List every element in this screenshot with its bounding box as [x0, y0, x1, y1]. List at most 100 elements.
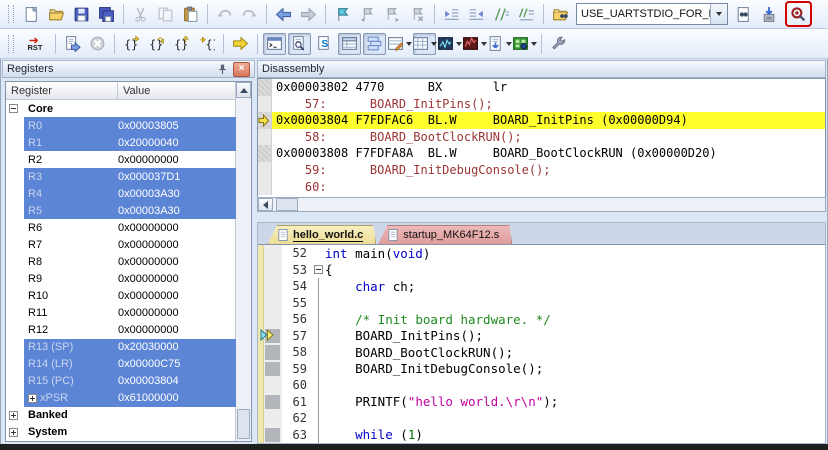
code-line[interactable]: 53{ [258, 262, 825, 279]
copy-button[interactable] [154, 3, 177, 25]
register-row[interactable]: R50x00003A30 [6, 202, 236, 219]
navigate-forward-button[interactable] [297, 3, 320, 25]
register-row[interactable]: R15 (PC)0x00003804 [6, 373, 236, 390]
registers-scrollbar[interactable] [235, 82, 251, 441]
code-line[interactable]: 59 BOARD_InitDebugConsole(); [258, 361, 825, 378]
register-row[interactable]: R90x00000000 [6, 270, 236, 287]
register-row[interactable]: R30x000037D1 [6, 168, 236, 185]
insert-bookmark-button[interactable] [331, 3, 354, 25]
paste-button[interactable] [179, 3, 202, 25]
disassembly-gutter[interactable] [258, 112, 272, 129]
system-viewer-button[interactable] [513, 33, 536, 55]
command-window-button[interactable] [263, 33, 286, 55]
cut-button[interactable] [129, 3, 152, 25]
disassembly-line[interactable]: 0x00003802 4770 BX lr [258, 79, 825, 96]
disassembly-line[interactable]: 57: BOARD_InitPins(); [258, 96, 825, 113]
disassembly-gutter[interactable] [258, 79, 272, 96]
analysis-window-button[interactable] [463, 33, 486, 55]
register-row[interactable]: R13 (SP)0x20030000 [6, 339, 236, 356]
new-file-button[interactable] [20, 3, 43, 25]
register-row[interactable]: R110x00000000 [6, 305, 236, 322]
run-to-cursor-button[interactable]: {} [195, 33, 218, 55]
pin-icon[interactable] [215, 63, 230, 76]
toolbar-grip[interactable] [8, 35, 14, 53]
register-row[interactable]: R80x00000000 [6, 253, 236, 270]
trace-window-button[interactable] [488, 33, 511, 55]
previous-bookmark-button[interactable] [356, 3, 379, 25]
code-line[interactable]: 61 PRINTF("hello world.\r\n"); [258, 394, 825, 411]
symbols-window-button[interactable]: S [313, 33, 336, 55]
scroll-up-icon[interactable] [236, 82, 251, 98]
clear-bookmarks-button[interactable] [406, 3, 429, 25]
indent-button[interactable] [440, 3, 463, 25]
disassembly-hscrollbar[interactable] [257, 197, 826, 212]
code-line[interactable]: 56 /* Init board hardware. */ [258, 311, 825, 328]
tab-startup_mk64f12.s[interactable]: startup_MK64F12.s [378, 225, 512, 244]
code-line[interactable]: 62 [258, 410, 825, 427]
download-to-flash-button[interactable] [757, 3, 780, 25]
tab-hello_world.c[interactable]: hello_world.c [268, 225, 376, 244]
run-button[interactable] [61, 33, 84, 55]
register-row[interactable]: Core [6, 100, 236, 117]
expand-icon[interactable] [9, 428, 18, 437]
fold-margin[interactable] [312, 262, 325, 279]
code-line[interactable]: 55 [258, 295, 825, 312]
serial-window-button[interactable] [438, 33, 461, 55]
register-row[interactable]: System [6, 424, 236, 441]
stop-button[interactable] [86, 33, 109, 55]
find-in-files-button[interactable] [549, 3, 572, 25]
disassembly-line[interactable]: 59: BOARD_InitDebugConsole(); [258, 162, 825, 179]
code-line[interactable]: 52int main(void) [258, 245, 825, 262]
code-line[interactable]: 60 [258, 377, 825, 394]
disassembly-line[interactable]: 60: [258, 179, 825, 196]
watch-window-button[interactable] [388, 33, 411, 55]
register-row[interactable]: Banked [6, 407, 236, 424]
step-out-button[interactable]: {} [170, 33, 193, 55]
column-header-register[interactable]: Register [6, 82, 118, 99]
editor-content[interactable]: 52int main(void)53{54 char ch;5556 /* In… [257, 244, 826, 444]
close-icon[interactable] [233, 62, 250, 77]
disassembly-gutter[interactable] [258, 179, 272, 196]
register-row[interactable]: xPSR0x61000000 [6, 390, 236, 407]
register-row[interactable]: R100x00000000 [6, 288, 236, 305]
save-file-button[interactable] [70, 3, 93, 25]
callstack-window-button[interactable] [363, 33, 386, 55]
disassembly-line[interactable]: 58: BOARD_BootClockRUN(); [258, 129, 825, 146]
open-file-button[interactable] [45, 3, 68, 25]
scroll-left-icon[interactable] [258, 198, 273, 211]
step-button[interactable]: {} [120, 33, 143, 55]
configure-tools-button[interactable] [547, 33, 570, 55]
toolbar-grip[interactable] [8, 5, 14, 23]
register-row[interactable]: R60x00000000 [6, 219, 236, 236]
code-line[interactable]: 57 BOARD_InitPins(); [258, 328, 825, 345]
save-all-button[interactable] [95, 3, 118, 25]
column-header-value[interactable]: Value [118, 82, 236, 99]
define-combo[interactable]: USE_UARTSTDIO_FOR_EF [576, 3, 728, 25]
memory-window-button[interactable] [413, 33, 436, 55]
show-next-statement-button[interactable] [229, 33, 252, 55]
register-row[interactable]: R10x20000040 [6, 134, 236, 151]
combo-dropdown-button[interactable] [710, 4, 727, 24]
scrollbar-thumb[interactable] [276, 198, 298, 211]
code-line[interactable]: 58 BOARD_BootClockRUN(); [258, 344, 825, 361]
redo-button[interactable] [238, 3, 261, 25]
disassembly-gutter[interactable] [258, 145, 272, 162]
code-line[interactable]: 54 char ch; [258, 278, 825, 295]
collapse-icon[interactable] [9, 104, 18, 113]
find-button[interactable] [732, 3, 755, 25]
scrollbar-thumb[interactable] [237, 409, 250, 439]
register-row[interactable]: R00x00003805 [6, 117, 236, 134]
navigate-back-button[interactable] [272, 3, 295, 25]
register-row[interactable]: R120x00000000 [6, 322, 236, 339]
fold-collapse-icon[interactable] [314, 265, 323, 274]
register-row[interactable]: R20x00000000 [6, 151, 236, 168]
start-stop-debug-button[interactable] [787, 3, 810, 25]
register-row[interactable]: R14 (LR)0x00000C75 [6, 356, 236, 373]
reset-cpu-button[interactable]: RST [20, 33, 50, 55]
undo-button[interactable] [213, 3, 236, 25]
registers-window-button[interactable] [338, 33, 361, 55]
register-row[interactable]: R70x00000000 [6, 236, 236, 253]
next-bookmark-button[interactable] [381, 3, 404, 25]
disassembly-line[interactable]: 0x00003808 F7FDFA8A BL.W BOARD_BootClock… [258, 145, 825, 162]
code-line[interactable]: 63 while (1) [258, 427, 825, 444]
